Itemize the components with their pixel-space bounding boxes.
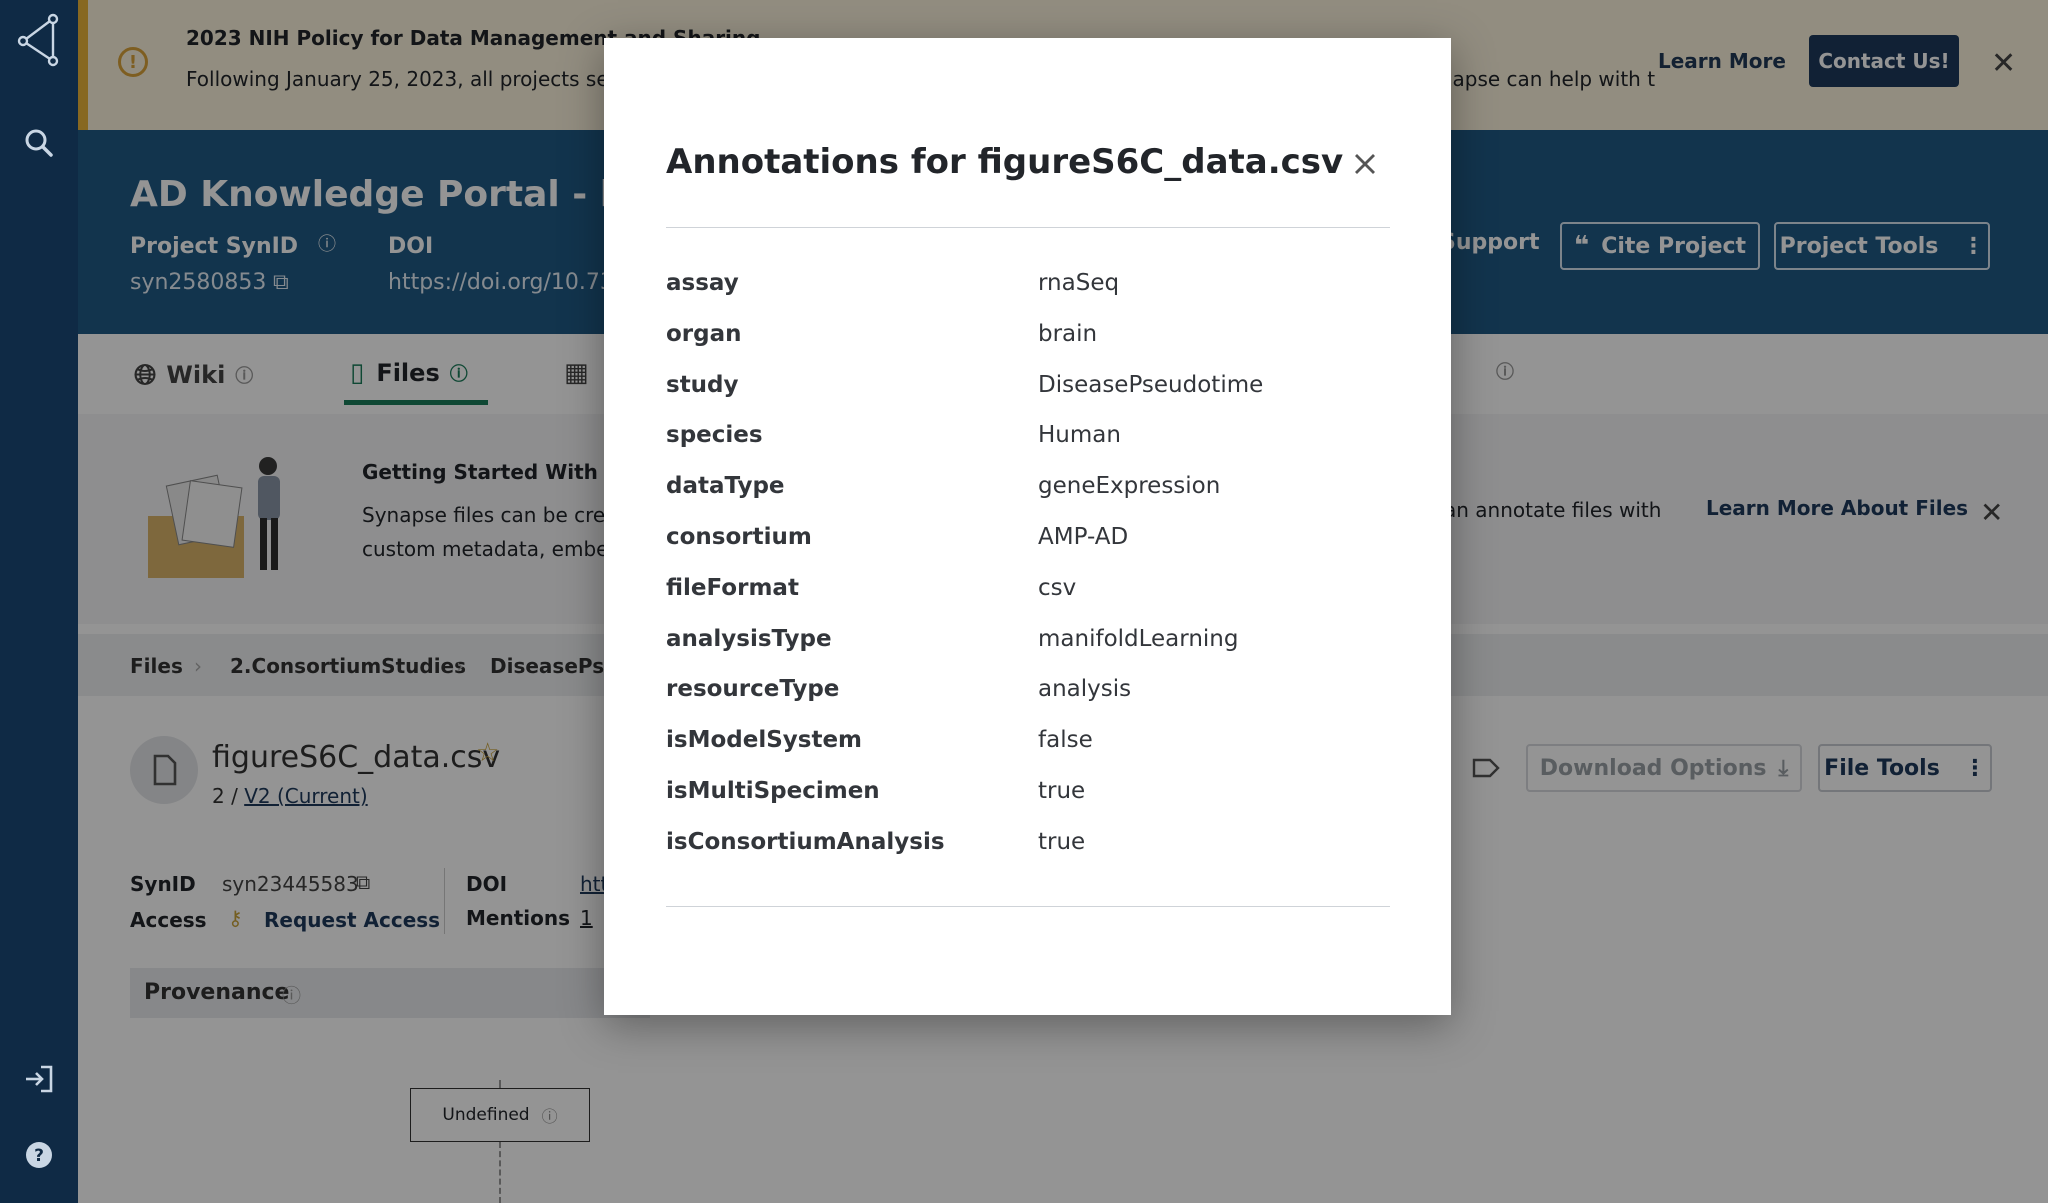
svg-text:?: ? [34, 1146, 44, 1166]
annotation-key: resourceType [666, 676, 840, 703]
annotation-value: rnaSeq [1038, 270, 1120, 296]
annotation-value: DiseasePseudotime [1038, 371, 1264, 398]
search-icon[interactable] [0, 108, 78, 178]
annotation-key: dataType [666, 473, 785, 500]
annotation-value: Human [1038, 422, 1121, 449]
annotation-row: resourceType analysis [666, 676, 1390, 727]
help-icon[interactable]: ? [0, 1120, 78, 1190]
annotation-value: AMP-AD [1038, 523, 1129, 550]
annotation-value: csv [1038, 574, 1077, 601]
annotation-key: organ [666, 320, 742, 347]
annotation-row: isModelSystem false [666, 727, 1390, 778]
annotation-key: isModelSystem [666, 727, 863, 754]
annotation-key: assay [666, 270, 739, 296]
annotation-row: isMultiSpecimen true [666, 778, 1390, 829]
synapse-logo-icon[interactable] [0, 4, 78, 74]
annotation-value: true [1038, 777, 1086, 804]
annotation-value: geneExpression [1038, 473, 1221, 500]
annotation-value: brain [1038, 320, 1098, 347]
annotation-row: isConsortiumAnalysis true [666, 829, 1390, 880]
annotation-key: species [666, 422, 763, 449]
annotation-row: species Human [666, 422, 1390, 473]
annotations-list: assay rnaSeq organ brain study DiseasePseud… [666, 270, 1390, 880]
annotation-row: dataType geneExpression [666, 473, 1390, 524]
annotation-row: consortium AMP-AD [666, 524, 1390, 575]
sign-in-icon[interactable] [0, 1044, 78, 1114]
close-icon[interactable] [1345, 144, 1385, 184]
annotation-row: study DiseasePseudotime [666, 372, 1390, 423]
annotation-row: assay rnaSeq [666, 270, 1390, 321]
annotation-row: analysisType manifoldLearning [666, 626, 1390, 677]
modal-divider [666, 227, 1390, 228]
annotation-key: consortium [666, 523, 812, 550]
annotation-key: isConsortiumAnalysis [666, 828, 945, 855]
modal-divider [666, 906, 1390, 907]
annotation-value: false [1038, 727, 1093, 754]
side-navigation: ? [0, 0, 78, 1203]
annotation-key: analysisType [666, 625, 832, 652]
annotation-key: fileFormat [666, 574, 799, 601]
annotation-row: fileFormat csv [666, 575, 1390, 626]
annotations-modal: Annotations for figureS6C_data.csv assay… [604, 38, 1451, 1015]
annotation-value: analysis [1038, 676, 1132, 703]
annotation-value: true [1038, 828, 1086, 855]
annotation-key: isMultiSpecimen [666, 777, 880, 804]
modal-title: Annotations for figureS6C_data.csv [666, 142, 1344, 182]
annotation-row: organ brain [666, 321, 1390, 372]
annotation-key: study [666, 371, 739, 398]
annotation-value: manifoldLearning [1038, 625, 1239, 652]
